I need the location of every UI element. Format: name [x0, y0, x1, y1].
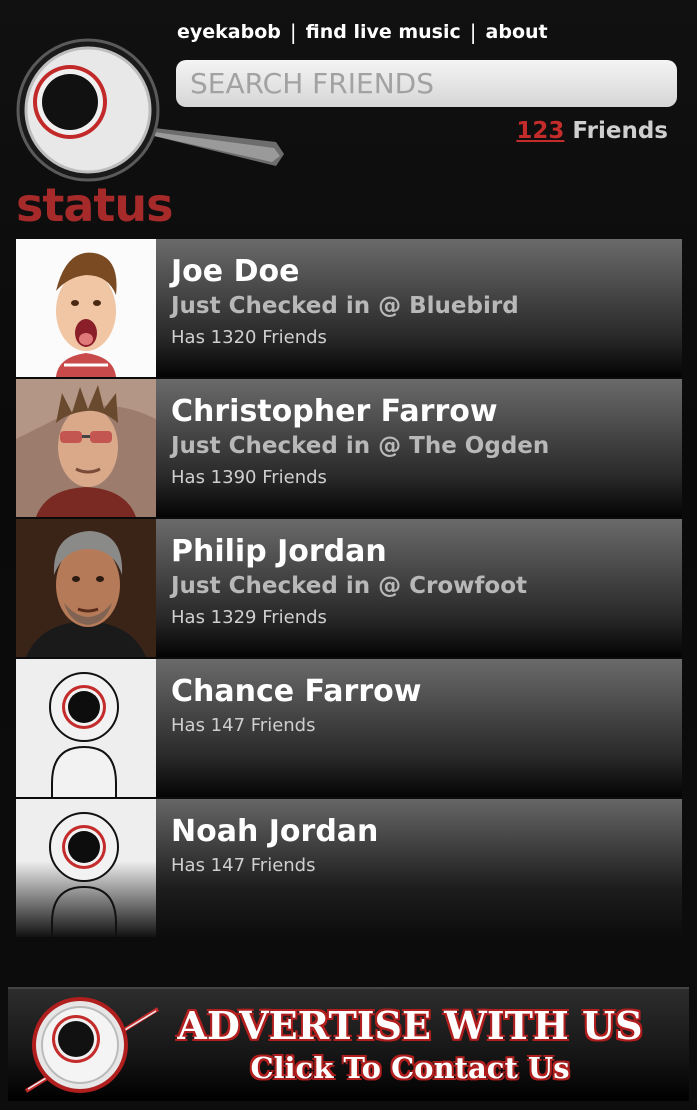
friend-info: Joe Doe Just Checked in @ Bluebird Has 1… — [171, 255, 672, 351]
friend-friend-count: Has 147 Friends — [171, 855, 316, 876]
friend-checkin: Just Checked in @ Crowfoot — [171, 573, 528, 599]
default-avatar-icon — [16, 659, 156, 797]
friend-name: Joe Doe — [171, 254, 300, 289]
friend-list: Joe Doe Just Checked in @ Bluebird Has 1… — [16, 239, 682, 939]
ad-title: ADVERTISE WITH US — [177, 1003, 643, 1048]
avatar-photo-kid — [16, 239, 156, 377]
friend-friend-count: Has 1390 Friends — [171, 467, 327, 488]
avatar-photo-man-gray-hair — [16, 519, 156, 657]
default-avatar-icon — [16, 799, 156, 937]
top-nav: eyekabob | find live music | about — [177, 18, 548, 46]
friend-row[interactable]: Chance Farrow Has 147 Friends — [16, 659, 682, 797]
friend-info: Noah Jordan Has 147 Friends — [171, 815, 672, 879]
advertise-banner[interactable]: ADVERTISE WITH US Click To Contact Us — [8, 987, 689, 1101]
nav-separator: | — [289, 20, 297, 44]
friends-count-link[interactable]: 123 — [516, 118, 564, 144]
avatar-photo-man-sunglasses — [16, 379, 156, 517]
friend-row[interactable]: Christopher Farrow Just Checked in @ The… — [16, 379, 682, 517]
search-friends-input[interactable] — [176, 60, 677, 107]
friends-count-label: Friends — [572, 118, 668, 144]
friend-friend-count: Has 1320 Friends — [171, 327, 327, 348]
friend-friend-count: Has 147 Friends — [171, 715, 316, 736]
friend-name: Christopher Farrow — [171, 394, 498, 429]
friend-checkin: Just Checked in @ The Ogden — [171, 433, 550, 459]
friend-row[interactable]: Philip Jordan Just Checked in @ Crowfoot… — [16, 519, 682, 657]
friends-count: 123 Friends — [516, 118, 668, 144]
friend-name: Noah Jordan — [171, 814, 379, 849]
ad-contact-link[interactable]: Click To Contact Us — [160, 1051, 660, 1085]
friend-checkin: Just Checked in @ Bluebird — [171, 293, 519, 319]
section-title: status — [16, 178, 174, 232]
friend-row[interactable]: Joe Doe Just Checked in @ Bluebird Has 1… — [16, 239, 682, 377]
ad-magnifier-logo-icon — [18, 995, 168, 1099]
friend-row[interactable]: Noah Jordan Has 147 Friends — [16, 799, 682, 937]
nav-about[interactable]: about — [486, 21, 548, 43]
nav-separator: | — [469, 20, 477, 44]
friend-info: Christopher Farrow Just Checked in @ The… — [171, 395, 672, 491]
friend-name: Philip Jordan — [171, 534, 387, 569]
nav-find-live-music[interactable]: find live music — [306, 21, 461, 43]
friend-info: Chance Farrow Has 147 Friends — [171, 675, 672, 739]
friend-friend-count: Has 1329 Friends — [171, 607, 327, 628]
nav-eyekabob[interactable]: eyekabob — [177, 21, 281, 43]
friend-name: Chance Farrow — [171, 674, 422, 709]
friend-info: Philip Jordan Just Checked in @ Crowfoot… — [171, 535, 672, 631]
